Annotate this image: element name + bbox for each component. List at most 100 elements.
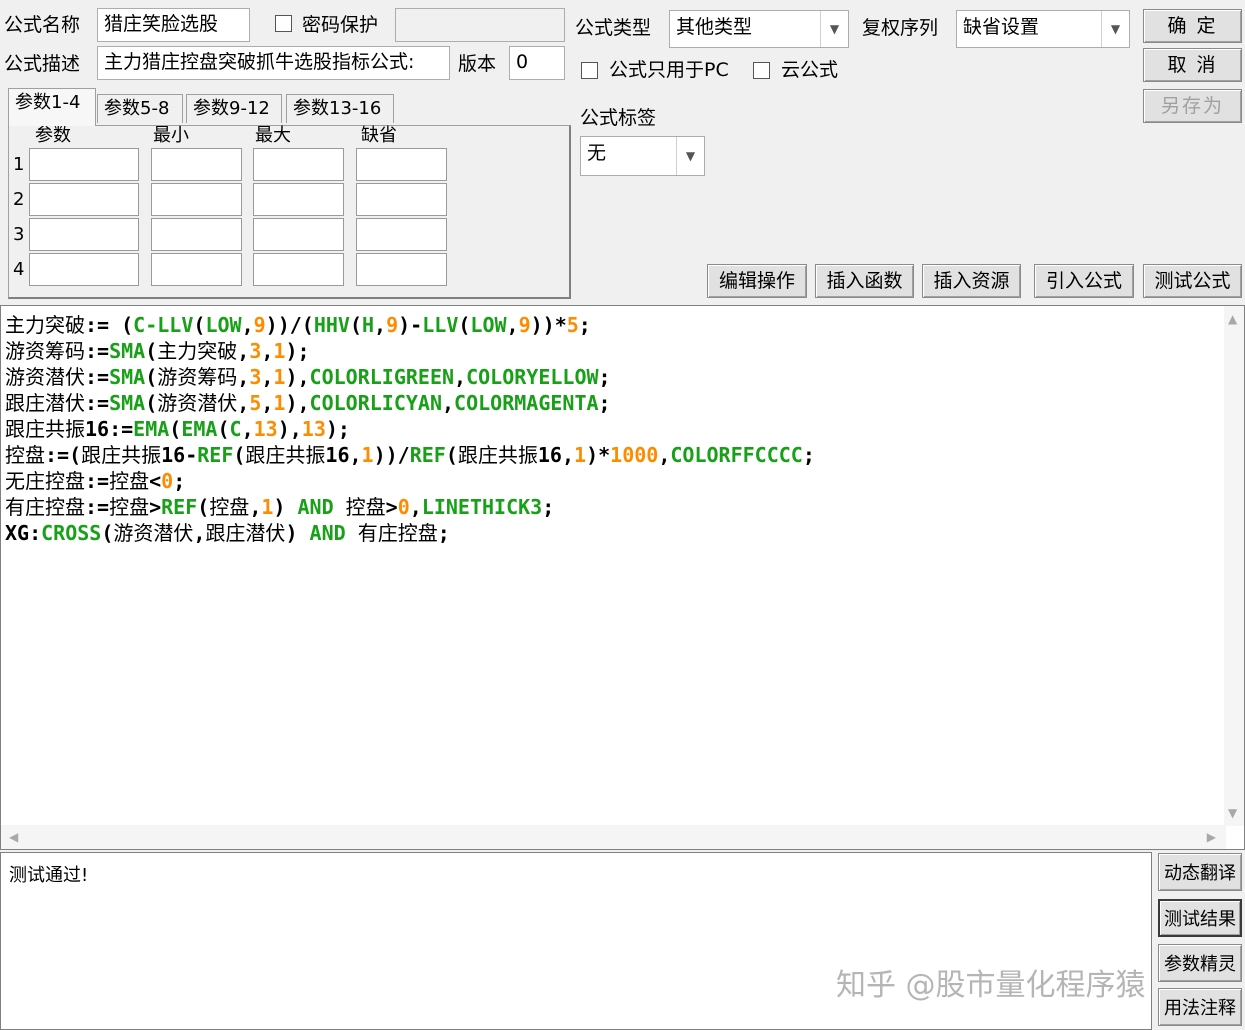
- code-token: ,: [261, 339, 274, 363]
- code-token: ,: [409, 495, 422, 519]
- param-min-cell[interactable]: [151, 183, 242, 216]
- code-token: 跟庄共振: [457, 443, 538, 467]
- code-token: 跟庄共振: [5, 417, 85, 441]
- code-token: (: [145, 391, 158, 415]
- test-formula-button[interactable]: 测试公式: [1143, 264, 1242, 298]
- code-line[interactable]: 游资潜伏:=SMA(游资筹码,3,1),COLORLIGREEN,COLORYE…: [5, 364, 611, 390]
- test-output-text: 测试通过!: [9, 865, 89, 886]
- tab-params-5-8[interactable]: 参数5-8: [97, 94, 183, 123]
- pc-only-label: 公式只用于PC: [609, 59, 729, 81]
- param-min-cell[interactable]: [151, 253, 242, 286]
- code-token: ,: [193, 521, 206, 545]
- code-token: ))*: [530, 313, 567, 337]
- scroll-right-icon[interactable]: ▶: [1207, 830, 1216, 844]
- code-token: )*: [586, 443, 611, 467]
- code-token: :=: [85, 365, 110, 389]
- code-token: 跟庄共振: [81, 443, 162, 467]
- param-max-cell[interactable]: [253, 253, 344, 286]
- scroll-up-icon[interactable]: ▲: [1228, 312, 1237, 326]
- code-token: 5: [566, 313, 579, 337]
- param-max-cell[interactable]: [253, 148, 344, 181]
- ok-button[interactable]: 确 定: [1143, 9, 1242, 43]
- code-token: 1: [361, 443, 374, 467]
- code-line[interactable]: 有庄控盘:=控盘>REF(控盘,1) AND 控盘>0,LINETHICK3;: [5, 494, 554, 520]
- vertical-scrollbar[interactable]: ▲ ▼: [1224, 306, 1244, 826]
- import-formula-button[interactable]: 引入公式: [1034, 264, 1134, 298]
- code-token: 1: [273, 365, 286, 389]
- param-default-cell[interactable]: [356, 253, 447, 286]
- scroll-left-icon[interactable]: ◀: [9, 830, 18, 844]
- code-token: (: [458, 313, 471, 337]
- param-name-cell[interactable]: [29, 253, 139, 286]
- code-token: (: [349, 313, 362, 337]
- code-token: ,: [237, 365, 250, 389]
- code-token: (: [197, 495, 210, 519]
- formula-desc-label: 公式描述: [4, 53, 81, 75]
- param-name-cell[interactable]: [29, 148, 139, 181]
- chevron-down-icon[interactable]: ▼: [820, 11, 848, 47]
- code-token: 控盘: [345, 495, 386, 519]
- param-max-cell[interactable]: [253, 218, 344, 251]
- code-line[interactable]: 控盘:=(跟庄共振16-REF(跟庄共振16,1))/REF(跟庄共振16,1)…: [5, 442, 815, 468]
- code-token: ))/: [373, 443, 410, 467]
- param-wizard-button[interactable]: 参数精灵: [1158, 944, 1242, 982]
- formula-desc-input[interactable]: 主力猎庄控盘突破抓牛选股指标公式:: [97, 46, 450, 80]
- code-token: (: [193, 313, 206, 337]
- code-line[interactable]: 跟庄潜伏:=SMA(游资潜伏,5,1),COLORLICYAN,COLORMAG…: [5, 390, 611, 416]
- code-token: );: [325, 417, 350, 441]
- insert-resource-button[interactable]: 插入资源: [922, 264, 1021, 298]
- code-token: REF: [409, 443, 446, 467]
- code-line[interactable]: 跟庄共振16:=EMA(EMA(C,13),13);: [5, 416, 350, 442]
- tag-select[interactable]: 无 ▼: [580, 136, 705, 176]
- insert-func-button[interactable]: 插入函数: [815, 264, 914, 298]
- param-default-cell[interactable]: [356, 183, 447, 216]
- test-result-button[interactable]: 测试结果: [1158, 899, 1242, 937]
- restore-value: 缺省设置: [963, 16, 1040, 38]
- code-line[interactable]: 主力突破:= (C-LLV(LOW,9))/(HHV(H,9)-LLV(LOW,…: [5, 312, 591, 338]
- code-token: LOW: [470, 313, 507, 337]
- code-token: ,: [261, 391, 274, 415]
- code-token: 9: [253, 313, 266, 337]
- formula-type-select[interactable]: 其他类型 ▼: [669, 10, 849, 48]
- code-token: ,: [237, 391, 250, 415]
- tab-params-1-4[interactable]: 参数1-4: [8, 88, 96, 126]
- code-line[interactable]: 无庄控盘:=控盘<0;: [5, 468, 185, 494]
- code-token: (: [445, 443, 458, 467]
- password-checkbox[interactable]: [275, 15, 292, 32]
- code-line[interactable]: XG:CROSS(游资潜伏,跟庄潜伏) AND 有庄控盘;: [5, 520, 450, 546]
- param-name-cell[interactable]: [29, 183, 139, 216]
- param-default-cell[interactable]: [356, 148, 447, 181]
- chevron-down-icon[interactable]: ▼: [676, 137, 704, 175]
- dynamic-translate-button[interactable]: 动态翻译: [1158, 853, 1242, 891]
- usage-notes-button[interactable]: 用法注释: [1158, 988, 1242, 1026]
- edit-ops-button[interactable]: 编辑操作: [707, 264, 807, 298]
- code-line[interactable]: 游资筹码:=SMA(主力突破,3,1);: [5, 338, 310, 364]
- code-token: ;: [173, 469, 186, 493]
- password-input[interactable]: [395, 8, 565, 42]
- code-token: EMA: [133, 417, 170, 441]
- param-header-min: 最小: [153, 125, 189, 146]
- code-token: 无庄控盘: [5, 469, 85, 493]
- param-row-index: 3: [13, 224, 25, 245]
- restore-select[interactable]: 缺省设置 ▼: [956, 10, 1130, 48]
- code-token: ,: [454, 365, 467, 389]
- cancel-button[interactable]: 取 消: [1143, 48, 1242, 82]
- version-input[interactable]: 0: [509, 46, 565, 80]
- param-max-cell[interactable]: [253, 183, 344, 216]
- code-token: (: [145, 339, 158, 363]
- pc-only-checkbox[interactable]: [581, 62, 598, 79]
- formula-name-input[interactable]: 猎庄笑脸选股: [97, 8, 250, 42]
- param-min-cell[interactable]: [151, 148, 242, 181]
- chevron-down-icon[interactable]: ▼: [1101, 11, 1129, 47]
- code-token: ,: [241, 417, 254, 441]
- param-default-cell[interactable]: [356, 218, 447, 251]
- save-as-button[interactable]: 另存为: [1143, 89, 1242, 123]
- tab-params-13-16[interactable]: 参数13-16: [286, 94, 394, 123]
- param-min-cell[interactable]: [151, 218, 242, 251]
- scroll-down-icon[interactable]: ▼: [1228, 806, 1237, 820]
- tab-params-9-12[interactable]: 参数9-12: [186, 94, 282, 123]
- horizontal-scrollbar[interactable]: ◀ ▶: [1, 825, 1226, 849]
- code-editor[interactable]: 主力突破:= (C-LLV(LOW,9))/(HHV(H,9)-LLV(LOW,…: [0, 305, 1245, 850]
- cloud-checkbox[interactable]: [753, 62, 770, 79]
- param-name-cell[interactable]: [29, 218, 139, 251]
